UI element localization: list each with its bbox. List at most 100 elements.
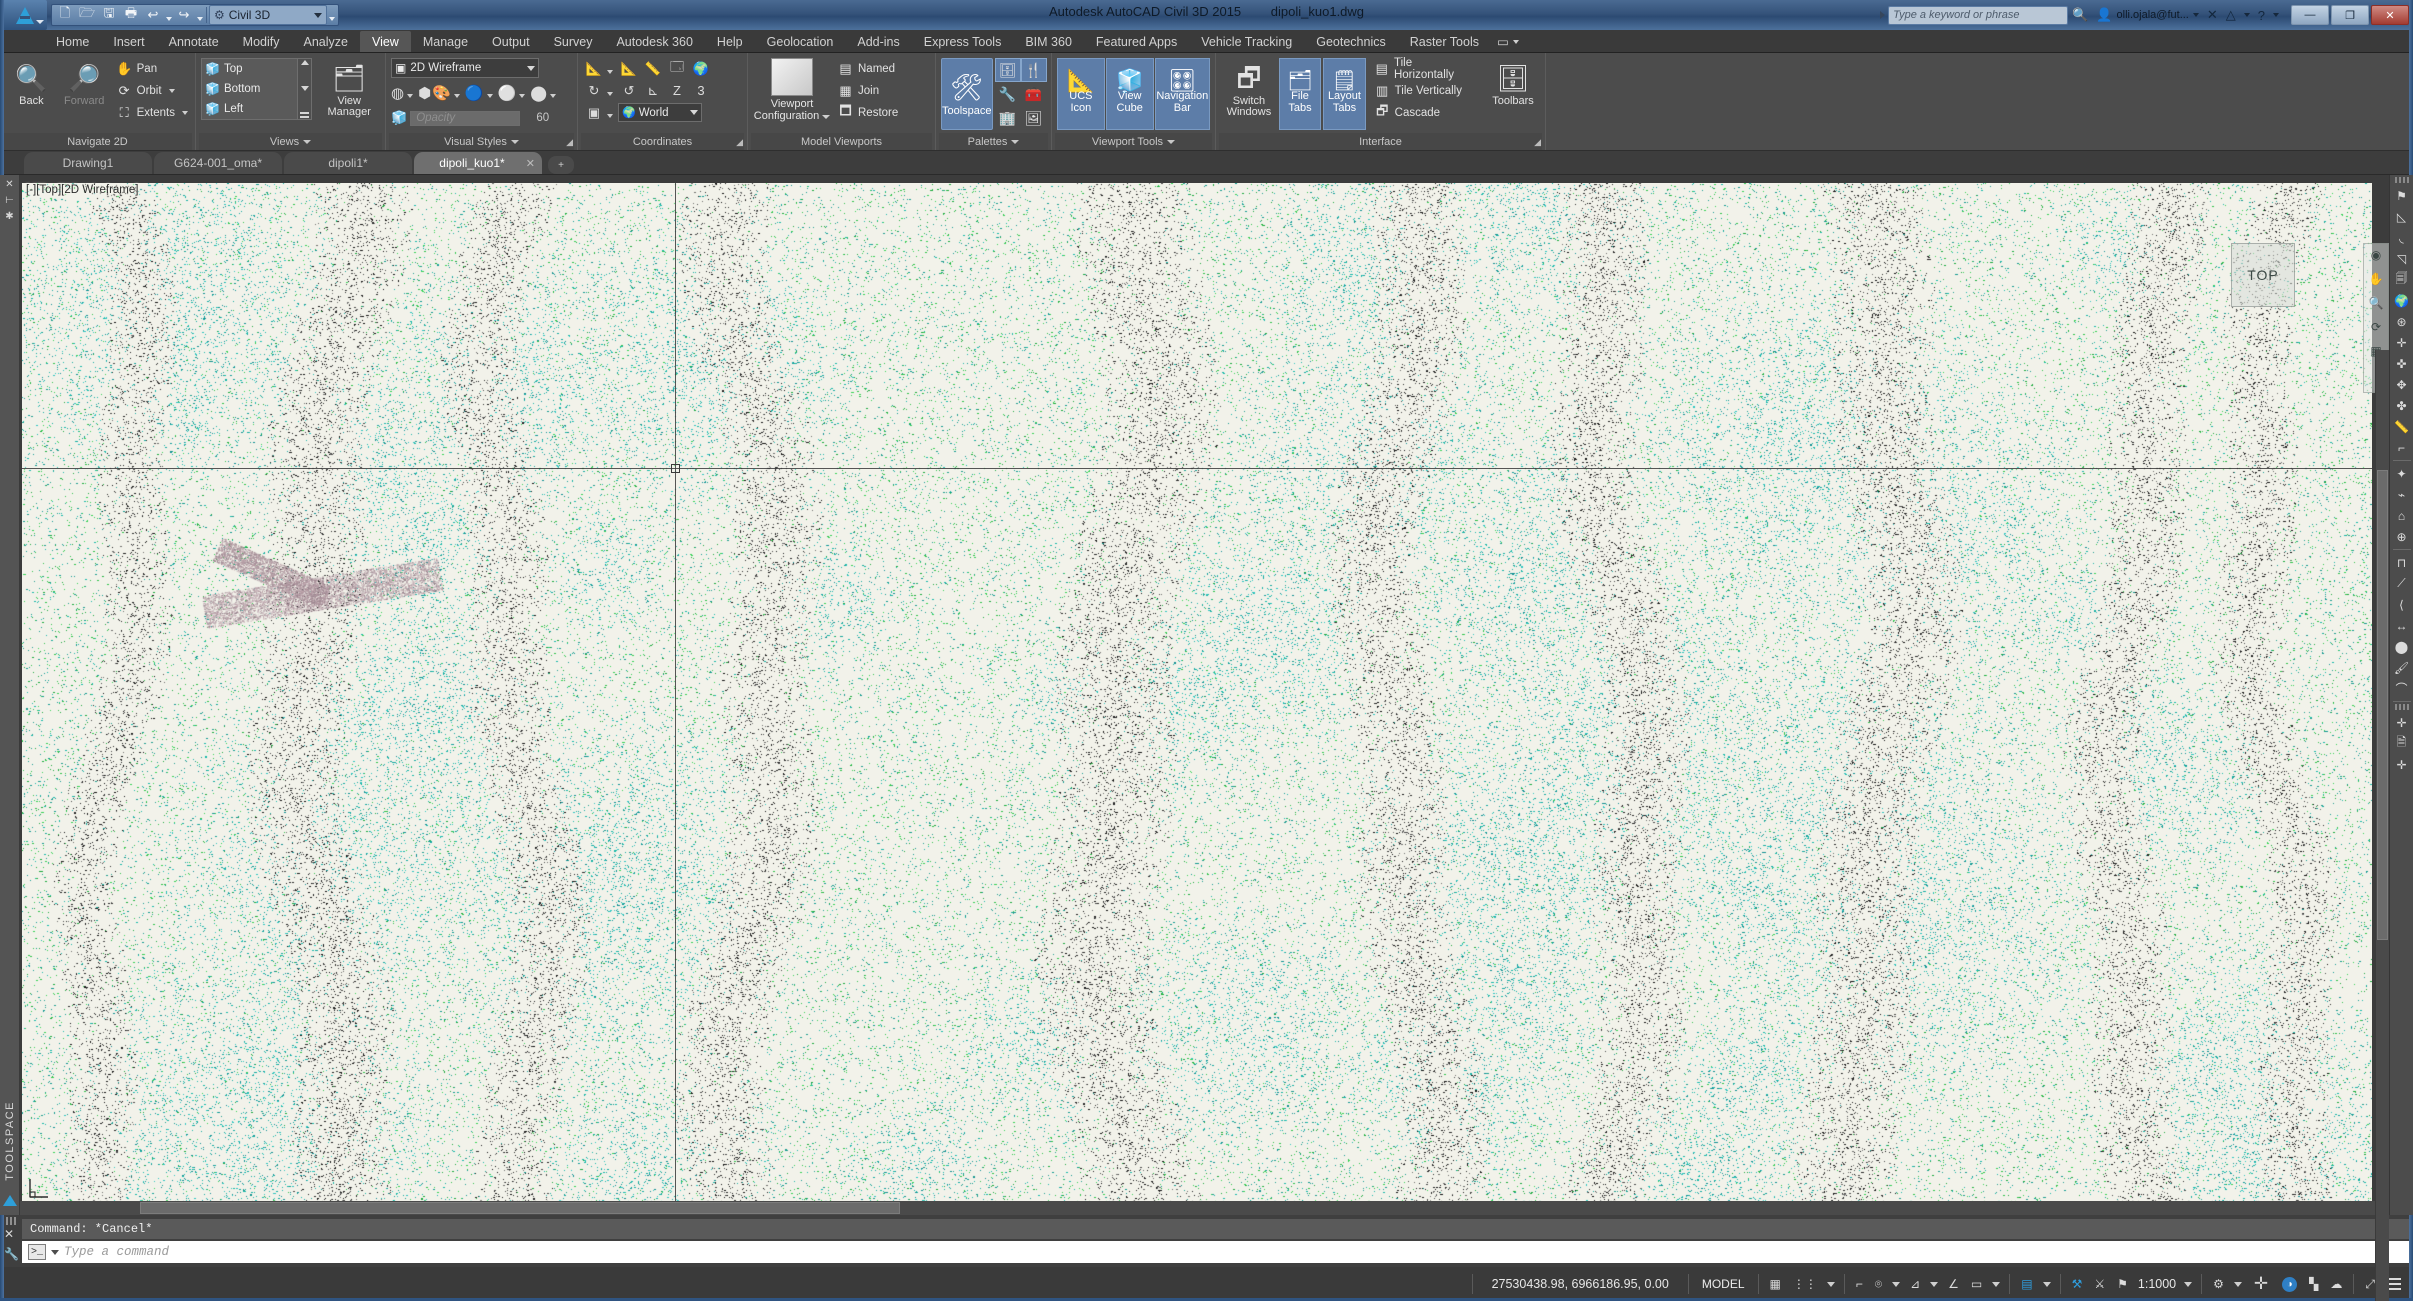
- dialog-launcher-icon[interactable]: ◢: [1534, 137, 1541, 148]
- panel-title-visual-styles[interactable]: Visual Styles ◢: [389, 133, 574, 150]
- surface-contours-icon[interactable]: ◺: [2391, 206, 2413, 227]
- coordinate-display[interactable]: 27530438.98, 6966186.95, 0.00: [1478, 1277, 1683, 1291]
- maximize-button[interactable]: ❐: [2331, 5, 2369, 25]
- chevron-down-icon[interactable]: [407, 94, 414, 98]
- command-line-grip[interactable]: [2, 1217, 18, 1225]
- sphere-style-icon[interactable]: ⬤: [530, 84, 547, 102]
- panel-title-viewport-tools[interactable]: Viewport Tools: [1055, 133, 1212, 150]
- grading-icon[interactable]: ⌐: [2391, 437, 2413, 458]
- file-tab-drawing1[interactable]: Drawing1: [24, 152, 152, 174]
- tab-home[interactable]: Home: [44, 31, 101, 52]
- chevron-down-icon[interactable]: [607, 69, 613, 74]
- palette-properties-icon[interactable]: ✱: [5, 211, 13, 222]
- chevron-down-icon[interactable]: [168, 89, 175, 93]
- shadow-display-icon[interactable]: ⬢: [418, 84, 431, 102]
- create-alignment-icon[interactable]: ◟: [2391, 227, 2413, 248]
- scroll-list-icon[interactable]: [300, 112, 310, 118]
- layout-tabs-button[interactable]: 🗒 Layout Tabs: [1323, 58, 1366, 130]
- user-account-label[interactable]: olli.ojala@fut...: [2117, 9, 2189, 21]
- structure-icon[interactable]: ⊕: [2391, 526, 2413, 547]
- close-icon[interactable]: ✕: [4, 1227, 14, 1241]
- join-viewports-button[interactable]: ▦ Join: [835, 80, 900, 102]
- drawing-canvas[interactable]: [-][Top][2D Wireframe] TOP ◉ ✋ 🔍 ⟳ ▦: [0, 175, 2413, 1301]
- ucs-face-icon[interactable]: 📐: [618, 59, 640, 79]
- curve-table-icon[interactable]: ⌒: [2391, 678, 2413, 699]
- orbit-button[interactable]: ⟳ Orbit: [114, 80, 190, 102]
- tab-featured-apps[interactable]: Featured Apps: [1084, 31, 1189, 52]
- cascade-button[interactable]: 🗗 Cascade: [1372, 102, 1474, 124]
- tab-autodesk-360[interactable]: Autodesk 360: [604, 31, 704, 52]
- chevron-down-icon[interactable]: [822, 115, 831, 119]
- view-cube-widget[interactable]: TOP: [2231, 243, 2295, 307]
- view-item-top[interactable]: 🧊 Top: [202, 59, 311, 79]
- file-tabs-button[interactable]: 🗂 File Tabs: [1278, 58, 1322, 130]
- file-tab-g624-001-oma[interactable]: G624-001_oma*: [154, 152, 282, 174]
- transparency-toggle[interactable]: ▤: [2015, 1272, 2038, 1296]
- tab-geolocation[interactable]: Geolocation: [755, 31, 846, 52]
- ucs-named-icon[interactable]: 📐: [583, 59, 605, 79]
- paint-icon[interactable]: 🖌: [2391, 657, 2413, 678]
- search-expand-icon[interactable]: [1876, 6, 1888, 25]
- highlight-intensity-icon[interactable]: 🔵: [465, 84, 484, 102]
- chevron-down-icon[interactable]: [2192, 13, 2199, 17]
- graphics-performance-icon[interactable]: ▚: [2303, 1272, 2324, 1296]
- panel-title-views[interactable]: Views: [199, 133, 382, 150]
- feature-line-icon[interactable]: 📏: [2391, 416, 2413, 437]
- chevron-down-icon[interactable]: [1826, 1281, 1835, 1287]
- toolbar-grip[interactable]: [2394, 704, 2409, 710]
- ucs-previous-icon[interactable]: ↺: [618, 81, 640, 101]
- object-snap-toggle[interactable]: ⊿: [1904, 1272, 1926, 1296]
- create-profile-icon[interactable]: ◹: [2391, 248, 2413, 269]
- chevron-down-icon[interactable]: [2273, 13, 2279, 17]
- chevron-down-icon[interactable]: [181, 111, 188, 115]
- ucs-icon-properties-icon[interactable]: ▣: [583, 103, 605, 123]
- chevron-down-icon[interactable]: [2184, 1281, 2193, 1287]
- viewport-label[interactable]: [-][Top][2D Wireframe]: [26, 184, 138, 196]
- tab-manage[interactable]: Manage: [411, 31, 480, 52]
- point-select-icon[interactable]: ✥: [2391, 374, 2413, 395]
- plot-icon[interactable]: 🖶: [120, 5, 142, 25]
- ortho-mode-toggle[interactable]: ⌐: [1850, 1272, 1869, 1296]
- face-color-mode-icon[interactable]: 🎨: [432, 84, 451, 102]
- new-file-tab-button[interactable]: +: [548, 156, 574, 174]
- workspace-switching-icon[interactable]: ⚙: [2207, 1272, 2230, 1296]
- tile-horizontally-button[interactable]: ▤ Tile Horizontally: [1372, 57, 1474, 81]
- redo-icon[interactable]: ↪: [173, 5, 195, 25]
- osnap-tracking-toggle[interactable]: ∠: [1942, 1272, 1965, 1296]
- chevron-down-icon[interactable]: [2233, 1281, 2242, 1287]
- views-list[interactable]: 🧊 Top 🧊 Bottom 🧊 Left: [201, 58, 313, 120]
- chevron-down-icon[interactable]: [607, 91, 613, 96]
- material-icon[interactable]: ⬤: [2391, 636, 2413, 657]
- xray-shade-icon[interactable]: ◍: [391, 84, 404, 102]
- orbit-icon[interactable]: ⟳: [2371, 320, 2381, 334]
- open-icon[interactable]: 🗁: [76, 5, 98, 25]
- chevron-down-icon[interactable]: [2243, 13, 2250, 17]
- external-references-icon[interactable]: 🖼: [1021, 106, 1047, 130]
- visual-style-dropdown[interactable]: ▣ 2D Wireframe: [391, 58, 539, 78]
- user-avatar-icon[interactable]: 👤: [2092, 0, 2116, 30]
- chevron-down-icon[interactable]: [486, 94, 493, 98]
- ucs-origin-icon[interactable]: ⊾: [642, 81, 664, 101]
- toolbars-button[interactable]: 🗄 Toolbars: [1486, 58, 1540, 107]
- tab-survey[interactable]: Survey: [542, 31, 605, 52]
- chevron-down-icon[interactable]: [1011, 139, 1020, 144]
- annotation-scale-toggle[interactable]: ⚑: [2111, 1272, 2134, 1296]
- zoom-icon[interactable]: 🔍: [2369, 296, 2384, 310]
- views-scrollbar[interactable]: [297, 59, 312, 119]
- right-vertical-toolbar[interactable]: ⚑ ◺ ◟ ◹ 🗐 🌍 ⊛ ✛ ✜ ✥ ✤ 📏 ⌐ ✦ ⌁ ⌂ ⊕ ⊓ ⟋ ⟨ …: [2389, 175, 2413, 1215]
- dialog-launcher-icon[interactable]: ◢: [736, 137, 743, 148]
- pan-button[interactable]: ✋ Pan: [114, 58, 190, 80]
- close-icon[interactable]: ✕: [5, 179, 13, 190]
- chevron-down-icon[interactable]: [303, 139, 312, 144]
- geolocation-icon[interactable]: 🌍: [2391, 290, 2413, 311]
- back-button[interactable]: 🔍 Back: [5, 58, 58, 107]
- workspace-switcher[interactable]: ⚙ Civil 3D: [209, 5, 327, 25]
- corridor-icon[interactable]: ⊓: [2391, 552, 2413, 573]
- properties-icon[interactable]: 🔧: [995, 82, 1021, 106]
- scroll-up-icon[interactable]: [300, 60, 309, 65]
- view-cube-button[interactable]: 🧊 View Cube: [1105, 58, 1154, 130]
- view-item-bottom[interactable]: 🧊 Bottom: [202, 79, 311, 99]
- tab-add-ins[interactable]: Add-ins: [845, 31, 911, 52]
- design-center-icon[interactable]: 🧰: [1021, 82, 1047, 106]
- tab-output[interactable]: Output: [480, 31, 542, 52]
